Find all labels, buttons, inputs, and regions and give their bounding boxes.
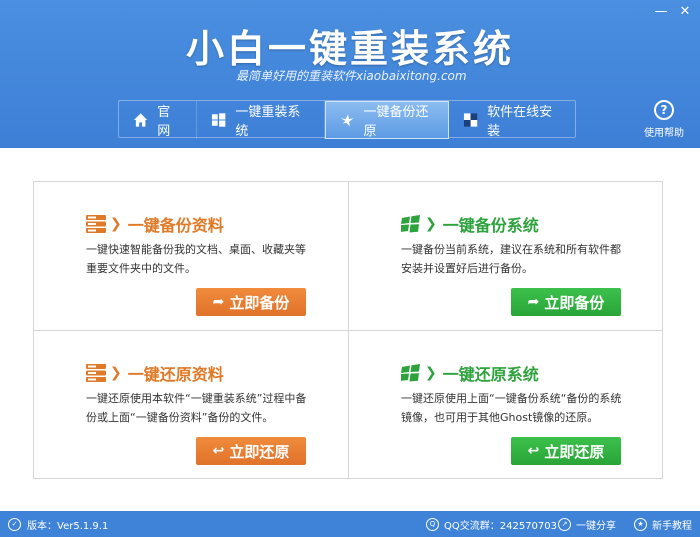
- card-description: 一键备份当前系统，建议在系统和所有软件都安装并设置好后进行备份。: [401, 243, 621, 275]
- share-arrow-icon: ➦: [527, 294, 540, 310]
- qq-group-link[interactable]: Q QQ交流群：242570703: [426, 517, 557, 532]
- tab-reinstall-system[interactable]: 一键重装系统: [197, 101, 325, 139]
- tab-label: 软件在线安装: [487, 105, 553, 139]
- button-label: 立即还原: [544, 442, 605, 461]
- backup-system-button[interactable]: ➦ 立即备份: [511, 288, 621, 316]
- card-description: 一键还原使用上面“一键备份系统“备份的系统镜像，也可用于其他Ghost镜像的还原…: [401, 392, 622, 424]
- header: — ✕ 小白一键重装系统 最简单好用的重装软件xiaobaixitong.com…: [0, 0, 700, 148]
- backup-files-button[interactable]: ➦ 立即备份: [196, 288, 306, 316]
- version-text: 版本：Ver5.1.9.1: [27, 520, 109, 532]
- tutorial-button[interactable]: ★ 新手教程: [634, 517, 692, 532]
- share-icon: ↗: [558, 517, 571, 531]
- help-label: 使用帮助: [644, 128, 684, 139]
- card-title: 一键还原资料: [127, 365, 224, 384]
- undo-arrow-icon: ↩: [527, 443, 540, 459]
- card-description: 一键快速智能备份我的文档、桌面、收藏夹等重要文件夹中的文件。: [86, 243, 306, 275]
- tab-software-install[interactable]: 软件在线安装: [449, 101, 575, 139]
- card-backup-system: ❯ 一键备份系统 一键备份当前系统，建议在系统和所有软件都安装并设置好后进行备份…: [349, 182, 663, 330]
- card-restore-system: ❯ 一键还原系统 一键还原使用上面“一键备份系统“备份的系统镜像，也可用于其他G…: [349, 331, 663, 479]
- server-icon: [86, 215, 106, 233]
- app-title: 小白一键重装系统: [185, 27, 514, 71]
- server-icon: [86, 364, 106, 382]
- share-arrow-icon: ➦: [212, 294, 225, 310]
- card-title: 一键还原系统: [442, 365, 539, 384]
- status-bar: ✓ 版本：Ver5.1.9.1 Q QQ交流群：242570703 ↗ 一键分享…: [0, 511, 700, 537]
- undo-arrow-icon: ↩: [212, 443, 225, 459]
- home-icon: [133, 113, 148, 127]
- app-subtitle: 最简单好用的重装软件xiaobaixitong.com: [236, 69, 467, 83]
- restore-files-button[interactable]: ↩ 立即还原: [196, 437, 306, 465]
- nav-tabs: 官网 一键重装系统 一键备份还原 软件在线安装: [118, 100, 576, 139]
- share-label: 一键分享: [576, 520, 616, 532]
- help-icon: ?: [654, 100, 674, 120]
- tab-official-site[interactable]: 官网: [119, 101, 197, 139]
- version-info: ✓ 版本：Ver5.1.9.1: [8, 517, 108, 532]
- tutorial-icon: ★: [634, 517, 647, 531]
- card-title: 一键备份系统: [442, 216, 539, 235]
- arrow-icon: ❯: [110, 216, 122, 232]
- checkmark-icon: ✓: [8, 517, 21, 531]
- tab-label: 一键重装系统: [235, 105, 301, 139]
- button-label: 立即备份: [544, 293, 605, 312]
- tab-backup-restore[interactable]: 一键备份还原: [325, 101, 449, 139]
- help-button[interactable]: ? 使用帮助: [640, 100, 688, 139]
- windows-logo-icon: [401, 215, 420, 233]
- button-label: 立即还原: [229, 442, 290, 461]
- share-button[interactable]: ↗ 一键分享: [558, 517, 616, 532]
- windows-icon: [211, 113, 226, 127]
- card-description: 一键还原使用本软件“一键重装系统”过程中备份或上面“一键备份资料”备份的文件。: [86, 392, 307, 424]
- card-title: 一键备份资料: [127, 216, 224, 235]
- card-restore-files: ❯ 一键还原资料 一键还原使用本软件“一键重装系统”过程中备份或上面“一键备份资…: [34, 331, 348, 479]
- software-icon: [463, 113, 478, 127]
- bird-icon: [340, 114, 354, 127]
- arrow-icon: ❯: [425, 365, 437, 381]
- tutorial-label: 新手教程: [652, 520, 692, 532]
- card-backup-files: ❯ 一键备份资料 一键快速智能备份我的文档、桌面、收藏夹等重要文件夹中的文件。 …: [34, 182, 348, 330]
- arrow-icon: ❯: [425, 216, 437, 232]
- tab-label: 官网: [157, 105, 171, 139]
- qq-group-text: QQ交流群：242570703: [444, 520, 558, 532]
- restore-system-button[interactable]: ↩ 立即还原: [511, 437, 621, 465]
- tab-label: 一键备份还原: [363, 105, 429, 139]
- windows-logo-icon: [401, 364, 420, 382]
- qq-icon: Q: [426, 517, 439, 531]
- action-grid: ❯ 一键备份资料 一键快速智能备份我的文档、桌面、收藏夹等重要文件夹中的文件。 …: [33, 181, 663, 479]
- button-label: 立即备份: [229, 293, 290, 312]
- arrow-icon: ❯: [110, 365, 122, 381]
